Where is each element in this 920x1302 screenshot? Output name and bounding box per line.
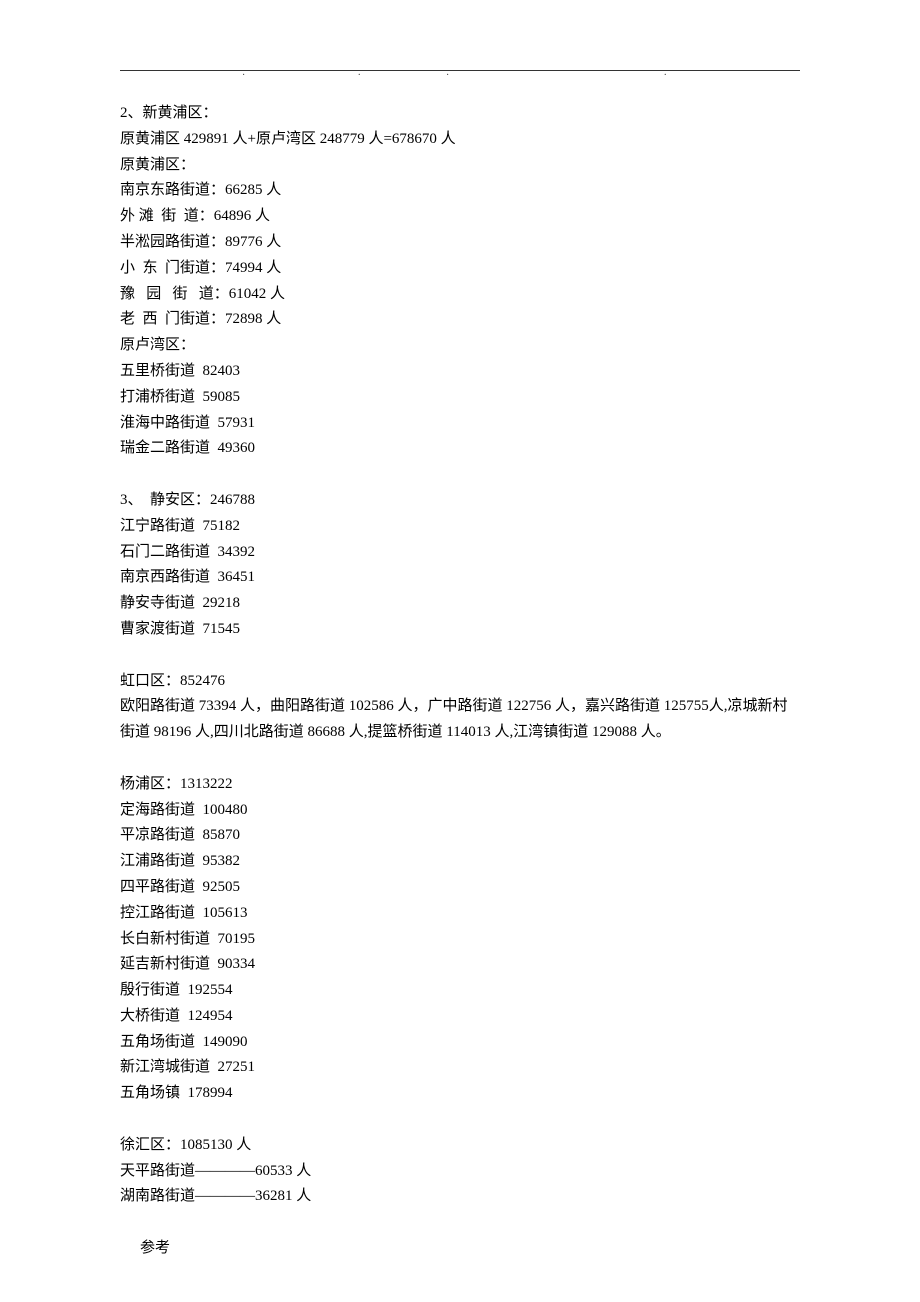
text-line: 五里桥街道 82403 <box>120 359 800 385</box>
text-line: 石门二路街道 34392 <box>120 540 800 566</box>
text-line: 静安寺街道 29218 <box>120 591 800 617</box>
text-line: 虹口区：852476 <box>120 669 800 695</box>
header-dot: . <box>242 64 245 81</box>
text-line: 江宁路街道 75182 <box>120 514 800 540</box>
text-line: 新江湾城街道 27251 <box>120 1055 800 1081</box>
text-line: 延吉新村街道 90334 <box>120 952 800 978</box>
document-body: 2、新黄浦区： 原黄浦区 429891 人+原卢湾区 248779 人=6786… <box>120 101 800 1210</box>
text-line: 杨浦区：1313222 <box>120 772 800 798</box>
text-line: 半淞园路街道：89776 人 <box>120 230 800 256</box>
header-dot: . <box>446 64 449 81</box>
text-line: 欧阳路街道 73394 人，曲阳路街道 102586 人，广中路街道 12275… <box>120 694 800 746</box>
text-line: 殷行街道 192554 <box>120 978 800 1004</box>
text-line: 豫 园 街 道：61042 人 <box>120 282 800 308</box>
document-page: . . . . 2、新黄浦区： 原黄浦区 429891 人+原卢湾区 24877… <box>0 0 920 1302</box>
text-line: 四平路街道 92505 <box>120 875 800 901</box>
text-line: 五角场镇 178994 <box>120 1081 800 1107</box>
text-line: 小 东 门街道：74994 人 <box>120 256 800 282</box>
text-line: 平凉路街道 85870 <box>120 823 800 849</box>
text-line: 老 西 门街道：72898 人 <box>120 307 800 333</box>
text-line: 长白新村街道 70195 <box>120 927 800 953</box>
text-line: 2、新黄浦区： <box>120 101 800 127</box>
text-line: 南京西路街道 36451 <box>120 565 800 591</box>
text-line: 五角场街道 149090 <box>120 1030 800 1056</box>
text-line: 原黄浦区 429891 人+原卢湾区 248779 人=678670 人 <box>120 127 800 153</box>
text-line: 外 滩 街 道：64896 人 <box>120 204 800 230</box>
text-line: 打浦桥街道 59085 <box>120 385 800 411</box>
blank-line <box>120 643 800 669</box>
text-line: 徐汇区：1085130 人 <box>120 1133 800 1159</box>
blank-line <box>120 462 800 488</box>
text-line: 大桥街道 124954 <box>120 1004 800 1030</box>
text-line: 3、 静安区：246788 <box>120 488 800 514</box>
text-line: 湖南路街道————36281 人 <box>120 1184 800 1210</box>
text-line: 控江路街道 105613 <box>120 901 800 927</box>
blank-line <box>120 1107 800 1133</box>
text-line: 原卢湾区： <box>120 333 800 359</box>
text-line: 南京东路街道：66285 人 <box>120 178 800 204</box>
page-footer: 参考 <box>140 1236 170 1262</box>
text-line: 定海路街道 100480 <box>120 798 800 824</box>
text-line: 淮海中路街道 57931 <box>120 411 800 437</box>
header-rule <box>120 70 800 71</box>
text-line: 原黄浦区： <box>120 153 800 179</box>
blank-line <box>120 746 800 772</box>
text-line: 曹家渡街道 71545 <box>120 617 800 643</box>
text-line: 江浦路街道 95382 <box>120 849 800 875</box>
header-dot: . <box>664 64 667 81</box>
header-dot: . <box>358 64 361 81</box>
text-line: 瑞金二路街道 49360 <box>120 436 800 462</box>
text-line: 天平路街道————60533 人 <box>120 1159 800 1185</box>
